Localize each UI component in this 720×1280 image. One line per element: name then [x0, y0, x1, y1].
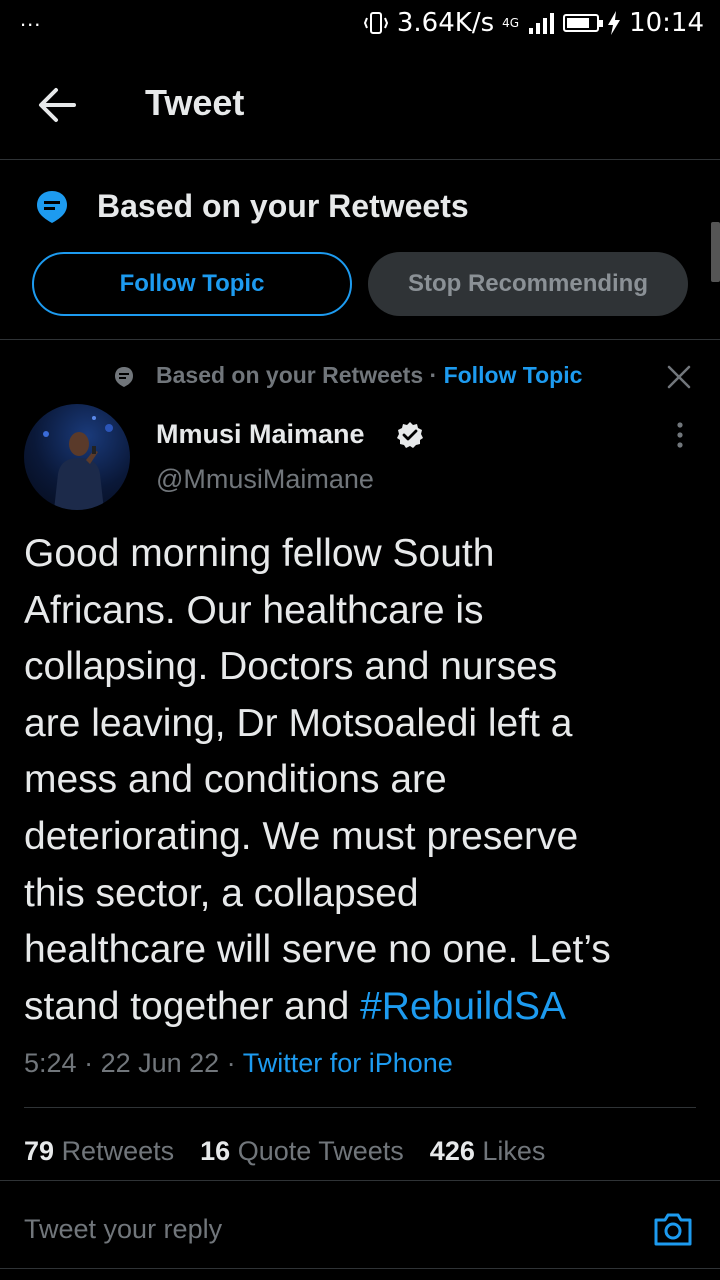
meta-separator: · — [76, 1048, 101, 1078]
likes-count: 426 — [429, 1136, 475, 1166]
scrollbar[interactable] — [711, 222, 720, 282]
author-name[interactable]: Mmusi Maimane — [156, 419, 365, 450]
stats-divider — [0, 1180, 720, 1181]
retweets-label: Retweets — [61, 1136, 175, 1166]
tweet-context-text: Based on your Retweets · — [156, 362, 444, 388]
author-handle[interactable]: @MmusiMaimane — [156, 464, 374, 495]
charging-icon — [608, 11, 621, 35]
tweet-context: Based on your Retweets · Follow Topic — [156, 362, 582, 389]
retweets-count: 79 — [24, 1136, 55, 1166]
tweet-source-link[interactable]: Twitter for iPhone — [243, 1048, 453, 1078]
camera-icon[interactable] — [652, 1208, 694, 1250]
hashtag-link[interactable]: #RebuildSA — [360, 985, 566, 1028]
status-bar: ... 3.64K/s 4G 10:14 — [0, 0, 720, 50]
clock: 10:14 — [629, 8, 704, 38]
topic-icon — [37, 191, 67, 223]
topic-divider — [0, 339, 720, 340]
tweet-time: 5:24 — [24, 1048, 77, 1078]
status-dots: ... — [20, 6, 42, 31]
meta-divider — [24, 1107, 696, 1108]
reply-input[interactable]: Tweet your reply — [24, 1214, 222, 1245]
retweets-stat[interactable]: 79 Retweets — [24, 1136, 174, 1167]
topic-banner-text: Based on your Retweets — [97, 188, 469, 224]
signal-icon — [529, 13, 555, 34]
vibrate-icon — [363, 12, 388, 34]
status-right: 3.64K/s 4G 10:14 — [363, 8, 704, 38]
quote-tweets-stat[interactable]: 16 Quote Tweets — [200, 1136, 404, 1167]
likes-label: Likes — [482, 1136, 546, 1166]
verified-badge-icon — [397, 422, 423, 448]
page-title: Tweet — [145, 82, 245, 123]
context-follow-topic-link[interactable]: Follow Topic — [444, 362, 583, 388]
tweet-body-text: Good morning fellow South Africans. Our … — [24, 532, 611, 1028]
tweet-body: Good morning fellow South Africans. Our … — [24, 526, 708, 1035]
topic-small-icon — [115, 367, 133, 387]
tweet-date: 22 Jun 22 — [100, 1048, 220, 1078]
battery-icon — [563, 14, 604, 32]
network-speed: 3.64K/s — [396, 8, 495, 38]
quote-tweets-count: 16 — [200, 1136, 231, 1166]
reply-divider — [0, 1268, 720, 1269]
close-icon[interactable] — [666, 364, 692, 390]
avatar[interactable] — [24, 404, 130, 510]
stop-recommending-button[interactable]: Stop Recommending — [368, 252, 688, 316]
tweet-stats: 79 Retweets 16 Quote Tweets 426 Likes — [24, 1136, 545, 1167]
tweet-meta: 5:24 · 22 Jun 22 · Twitter for iPhone — [24, 1048, 453, 1079]
quote-tweets-label: Quote Tweets — [237, 1136, 404, 1166]
likes-stat[interactable]: 426 Likes — [430, 1136, 546, 1167]
meta-separator: · — [219, 1048, 243, 1078]
avatar-person-icon — [43, 416, 113, 510]
header-divider — [0, 159, 720, 160]
back-arrow-icon[interactable] — [36, 84, 78, 126]
follow-topic-button[interactable]: Follow Topic — [32, 252, 352, 316]
network-type: 4G — [502, 16, 520, 30]
more-options-icon[interactable] — [670, 420, 690, 450]
